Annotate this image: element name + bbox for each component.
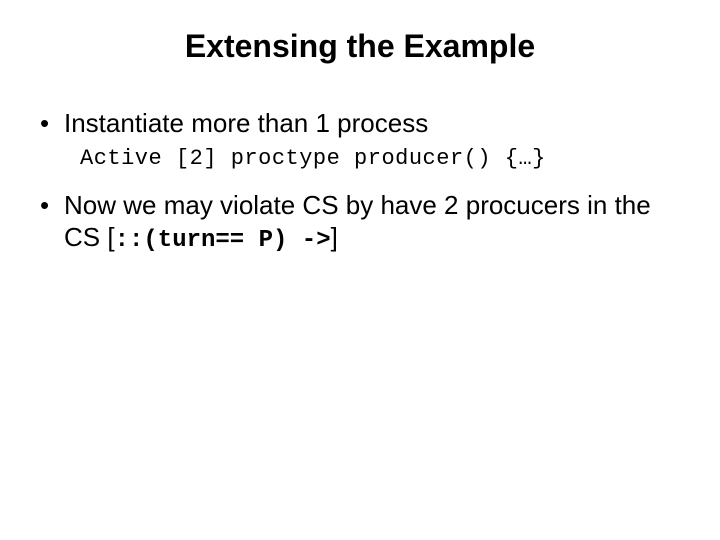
bullet-list-2: Now we may violate CS by have 2 procucer…: [36, 189, 684, 257]
slide-title: Extensing the Example: [36, 28, 684, 65]
slide: Extensing the Example Instantiate more t…: [0, 0, 720, 540]
code-line: Active [2] proctype producer() {…}: [36, 146, 684, 171]
bullet-item-1: Instantiate more than 1 process: [36, 107, 684, 140]
bullet-item-2: Now we may violate CS by have 2 procucer…: [36, 189, 684, 257]
bullet-2-inline-code: ::(turn== P) ->: [115, 227, 331, 254]
bullet-2-text-b: ]: [331, 222, 338, 252]
bullet-list: Instantiate more than 1 process: [36, 107, 684, 140]
